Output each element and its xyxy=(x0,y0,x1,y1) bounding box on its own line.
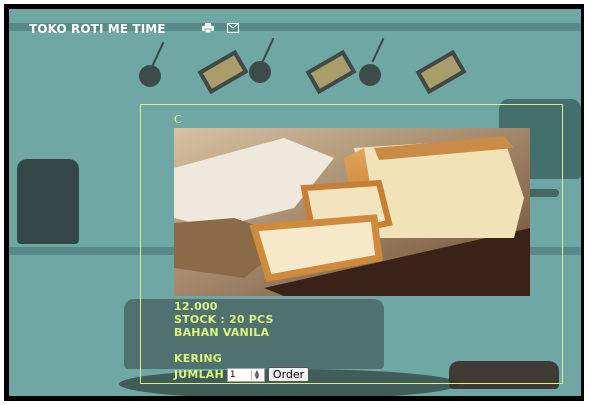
mail-icon[interactable] xyxy=(227,23,239,33)
quantity-spinner[interactable]: ▲ ▼ xyxy=(250,369,262,380)
product-title: C xyxy=(174,113,182,126)
quantity-row: JUMLAH 1 ▲ ▼ Order xyxy=(174,367,310,382)
product-type: KERING xyxy=(174,352,223,365)
bg-cherry xyxy=(249,61,271,83)
product-card: C 12.000 STOCK: 20 PCS BAHAN VANILA KER… xyxy=(140,104,563,384)
print-icon[interactable] xyxy=(202,23,214,33)
chevron-down-icon[interactable]: ▼ xyxy=(255,374,260,380)
bg-chocolate xyxy=(305,49,357,95)
brand-title[interactable]: TOKO ROTI ME TIME xyxy=(29,22,166,36)
product-material: BAHAN VANILA xyxy=(174,326,270,339)
bg-chocolate xyxy=(197,49,249,95)
quantity-value: 1 xyxy=(229,369,236,380)
order-button[interactable]: Order xyxy=(267,367,310,382)
bg-cake-left xyxy=(17,159,79,244)
navbar: TOKO ROTI ME TIME xyxy=(9,9,581,49)
product-price: 12.000 xyxy=(174,300,218,313)
page: TOKO ROTI ME TIME C 12.000 STOCK: 20 PC… xyxy=(9,9,581,396)
product-stock: STOCK : 20 PCS xyxy=(174,313,274,326)
bg-cherry xyxy=(139,65,161,87)
bg-chocolate xyxy=(415,49,467,95)
product-image xyxy=(174,128,530,296)
quantity-input[interactable]: 1 ▲ ▼ xyxy=(226,367,265,382)
quantity-label: JUMLAH xyxy=(174,368,224,381)
bg-cherry xyxy=(359,64,381,86)
